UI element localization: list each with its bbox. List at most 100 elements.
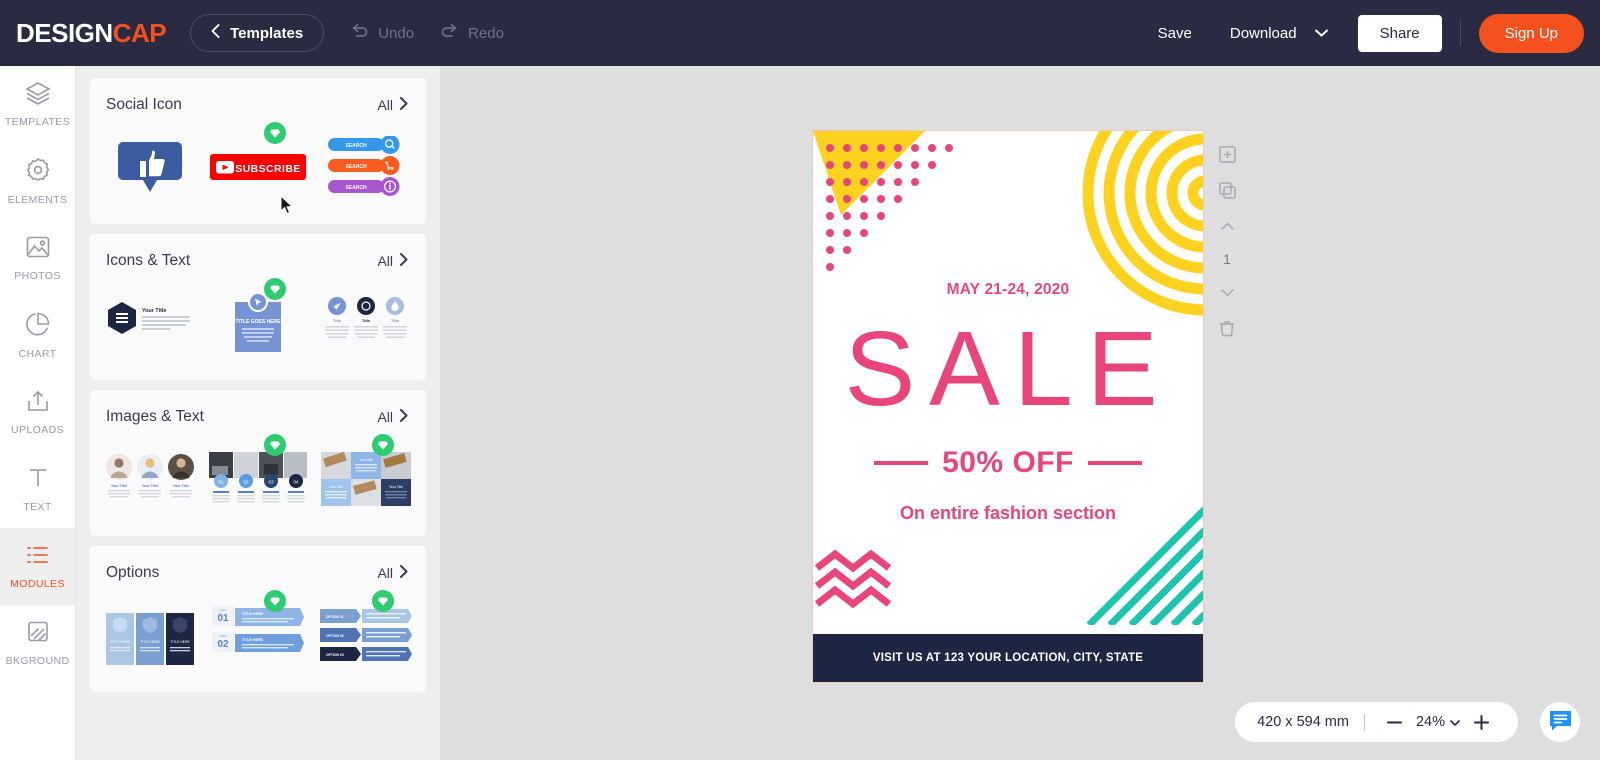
chevron-right-icon <box>400 253 408 269</box>
upload-icon <box>25 389 51 418</box>
view-all-options[interactable]: All <box>377 565 408 581</box>
image-icon <box>25 235 51 264</box>
zoom-out-button[interactable] <box>1380 707 1410 737</box>
sidebar-item-templates[interactable]: TEMPLATES <box>0 66 75 143</box>
modules-panel[interactable]: Social Icon All SUBSCRIBE SEARCH SEARCH … <box>76 66 440 760</box>
templates-back-button[interactable]: Templates <box>190 14 325 52</box>
section-title: Options <box>106 564 160 581</box>
svg-text:OPTION 02: OPTION 02 <box>326 634 344 638</box>
signup-button[interactable]: Sign Up <box>1478 13 1584 53</box>
header-divider <box>1459 20 1461 46</box>
svg-text:02: 02 <box>243 480 249 485</box>
poster-date-text[interactable]: MAY 21-24, 2020 <box>813 281 1203 299</box>
logo-design-text: DESIGN <box>16 17 113 48</box>
chevron-right-icon <box>400 565 408 581</box>
download-group: Download <box>1214 16 1346 51</box>
svg-text:SEARCH: SEARCH <box>345 185 367 191</box>
poster-discount-text: 50% OFF <box>942 446 1074 479</box>
sidebar-item-uploads[interactable]: UPLOADS <box>0 374 75 451</box>
svg-text:Your Title: Your Title <box>142 308 166 314</box>
blue-card-title-thumb[interactable]: TITLE GOES HERE <box>208 278 308 362</box>
svg-text:Your Title: Your Title <box>142 484 158 488</box>
svg-text:Your Title: Your Title <box>389 485 403 489</box>
section-images-and-text: Images & Text All Your Title Your Title <box>90 390 426 536</box>
add-page-icon[interactable] <box>1210 136 1244 172</box>
poster-footer-text[interactable]: VISIT US AT 123 YOUR LOCATION, CITY, STA… <box>813 634 1203 682</box>
three-column-options-thumb[interactable]: TITLE HERE TITLE HERE TITLE HERE <box>100 596 200 674</box>
sidebar-item-bkground[interactable]: BKGROUND <box>0 605 75 682</box>
svg-text:Title: Title <box>391 318 400 323</box>
save-button[interactable]: Save <box>1140 16 1210 51</box>
svg-text:SEARCH: SEARCH <box>345 164 367 170</box>
view-all-icons-and-text[interactable]: All <box>377 253 408 269</box>
all-label: All <box>377 565 393 581</box>
poster-discount-row[interactable]: 50% OFF <box>813 446 1203 480</box>
youtube-subscribe-thumb[interactable]: SUBSCRIBE <box>208 122 308 206</box>
svg-text:OPTION 01: OPTION 01 <box>326 615 344 619</box>
pink-zigzag-decor <box>814 549 892 609</box>
chevron-down-icon[interactable] <box>1305 20 1346 46</box>
diamond-gem-icon <box>378 441 388 450</box>
duplicate-page-icon[interactable] <box>1210 172 1244 208</box>
section-header: Options All <box>90 546 426 588</box>
photo-grid-thumb[interactable]: Your Title Your Title Your Title <box>316 434 416 518</box>
app-header: DESIGNCAP Templates Undo Redo Save Downl… <box>0 0 1600 66</box>
chevron-right-icon <box>400 409 408 425</box>
header-actions: Save Download Share Sign Up <box>1140 13 1600 53</box>
sidebar-item-text[interactable]: TEXT <box>0 451 75 528</box>
chat-support-button[interactable] <box>1540 702 1580 742</box>
svg-text:SUBSCRIBE: SUBSCRIBE <box>235 163 300 175</box>
chevron-down-icon[interactable] <box>1210 274 1244 310</box>
pro-badge <box>372 590 394 612</box>
thumbnail-row: Your Title Your Title Your Title 01 02 0… <box>90 432 426 536</box>
section-header: Images & Text All <box>90 390 426 432</box>
download-button[interactable]: Download <box>1214 16 1305 51</box>
sidebar-label-bkground: BKGROUND <box>5 655 70 667</box>
designcap-logo[interactable]: DESIGNCAP <box>16 17 167 49</box>
hexagon-icon-text-thumb[interactable]: Your Title <box>100 284 200 362</box>
sidebar-label-text: TEXT <box>23 501 52 513</box>
poster-canvas[interactable]: MAY 21-24, 2020 SALE 50% OFF On entire f… <box>812 130 1204 683</box>
sidebar-item-photos[interactable]: PHOTOS <box>0 220 75 297</box>
three-circle-icons-thumb[interactable]: Title Title Title <box>316 284 416 362</box>
text-t-icon <box>25 466 51 495</box>
all-label: All <box>377 409 393 425</box>
svg-text:TITLE HERE: TITLE HERE <box>242 638 264 642</box>
photo-feature-row-thumb[interactable]: 01 02 03 04 <box>208 434 308 518</box>
pro-badge <box>264 122 286 144</box>
svg-text:04: 04 <box>293 480 299 485</box>
all-label: All <box>377 97 393 113</box>
zoom-level-selector[interactable]: 24% <box>1416 714 1460 730</box>
zoom-in-button[interactable] <box>1466 707 1496 737</box>
svg-text:STEP: STEP <box>219 608 226 612</box>
view-all-images-and-text[interactable]: All <box>377 409 408 425</box>
section-header: Icons & Text All <box>90 234 426 276</box>
svg-text:TITLE HERE: TITLE HERE <box>140 640 160 644</box>
poster-subtitle-text[interactable]: On entire fashion section <box>813 503 1203 524</box>
numbered-steps-thumb[interactable]: STEP 01 TITLE HERE STEP 02 TITLE HERE <box>208 590 308 674</box>
view-all-social-icon[interactable]: All <box>377 97 408 113</box>
canvas-workspace[interactable]: MAY 21-24, 2020 SALE 50% OFF On entire f… <box>440 66 1600 760</box>
page-tools-toolbar: 1 <box>1210 136 1244 346</box>
sidebar-item-chart[interactable]: CHART <box>0 297 75 374</box>
chevron-up-icon[interactable] <box>1210 208 1244 244</box>
trash-icon[interactable] <box>1210 310 1244 346</box>
poster-headline-text[interactable]: SALE <box>813 316 1203 422</box>
svg-text:TITLE HERE: TITLE HERE <box>242 612 264 616</box>
share-button[interactable]: Share <box>1357 14 1442 52</box>
redo-button[interactable]: Redo <box>440 23 504 43</box>
search-buttons-thumb[interactable]: SEARCH SEARCH SEARCH <box>316 128 416 206</box>
sidebar-item-modules[interactable]: MODULES <box>0 528 75 605</box>
sidebar-item-elements[interactable]: ELEMENTS <box>0 143 75 220</box>
sidebar-label-elements: ELEMENTS <box>7 194 68 206</box>
redo-arrow-icon <box>440 23 459 43</box>
chevron-right-icon <box>400 97 408 113</box>
sidebar-label-modules: MODULES <box>10 578 65 590</box>
facebook-like-thumb[interactable] <box>100 128 200 206</box>
diamond-gem-icon <box>270 441 280 450</box>
avatar-profiles-thumb[interactable]: Your Title Your Title Your Title <box>100 440 200 518</box>
section-header: Social Icon All <box>90 78 426 120</box>
undo-button[interactable]: Undo <box>350 23 414 43</box>
pro-badge <box>264 434 286 456</box>
stacked-options-thumb[interactable]: OPTION 01 OPTION 02 OPTION 03 <box>316 590 416 674</box>
